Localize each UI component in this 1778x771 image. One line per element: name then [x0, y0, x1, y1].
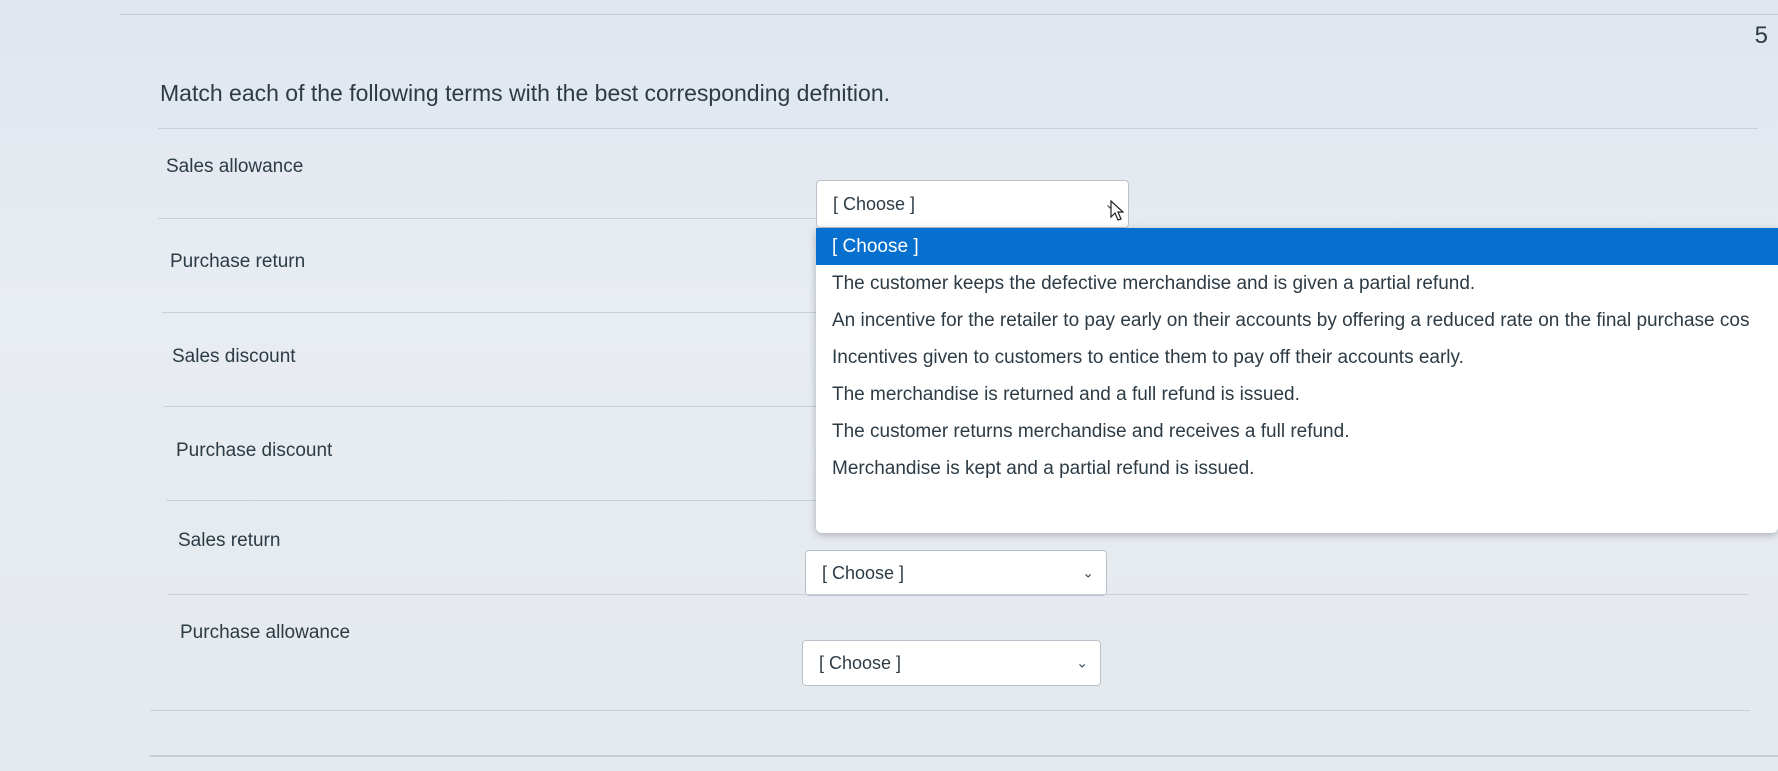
- chevron-down-icon: ⌄: [1082, 564, 1094, 581]
- row-divider: [164, 406, 816, 407]
- row-divider: [162, 312, 816, 313]
- term-label-sales-return: Sales return: [178, 530, 281, 551]
- chevron-down-icon: ⌄: [1076, 654, 1088, 671]
- bottom-divider: [150, 755, 1778, 757]
- row-divider: [168, 594, 1748, 595]
- select-sales-allowance[interactable]: [ Choose ] ⌄: [816, 180, 1129, 228]
- select-value: [ Choose ]: [833, 193, 916, 214]
- row-divider: [158, 128, 1758, 129]
- select-purchase-allowance[interactable]: [ Choose ] ⌄: [802, 640, 1101, 686]
- term-label-sales-discount: Sales discount: [172, 346, 296, 367]
- dropdown-option[interactable]: [ Choose ]: [816, 228, 1778, 265]
- term-label-purchase-allowance: Purchase allowance: [180, 622, 351, 643]
- row-divider: [158, 218, 816, 219]
- dropdown-option[interactable]: The merchandise is returned and a full r…: [816, 376, 1778, 413]
- dropdown-option[interactable]: Incentives given to customers to entice …: [816, 339, 1778, 376]
- mouse-cursor-icon: [1110, 200, 1124, 221]
- dropdown-option[interactable]: An incentive for the retailer to pay ear…: [816, 302, 1778, 339]
- dropdown-option[interactable]: Merchandise is kept and a partial refund…: [816, 450, 1778, 487]
- select-sales-return[interactable]: [ Choose ] ⌄: [805, 550, 1107, 596]
- question-number: 5: [1754, 22, 1768, 49]
- dropdown-option[interactable]: The customer returns merchandise and rec…: [816, 413, 1778, 450]
- row-divider: [166, 500, 816, 501]
- select-value: [ Choose ]: [819, 652, 902, 673]
- question-text: Match each of the following terms with t…: [160, 80, 891, 106]
- top-divider: [120, 14, 1778, 15]
- quiz-page: 5 Match each of the following terms with…: [0, 0, 1778, 771]
- term-label-sales-allowance: Sales allowance: [166, 156, 304, 177]
- term-label-purchase-return: Purchase return: [170, 251, 306, 272]
- dropdown-option[interactable]: The customer keeps the defective merchan…: [816, 265, 1778, 302]
- row-divider: [150, 710, 1750, 711]
- term-label-purchase-discount: Purchase discount: [176, 440, 333, 461]
- dropdown-list: [ Choose ] The customer keeps the defect…: [816, 228, 1778, 533]
- select-value: [ Choose ]: [822, 562, 905, 583]
